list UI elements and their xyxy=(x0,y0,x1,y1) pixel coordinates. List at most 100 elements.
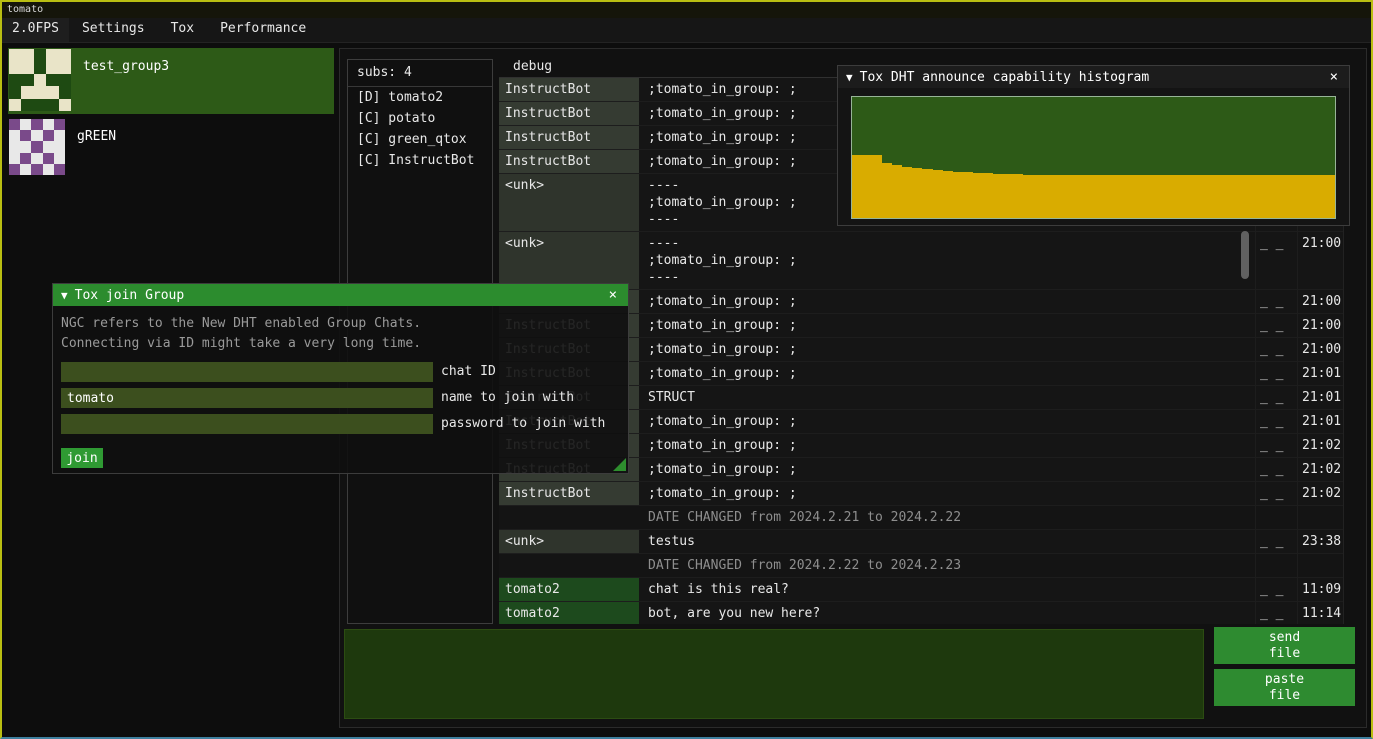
message-text: testus xyxy=(639,530,1255,553)
contact-list: test_group3gREEN xyxy=(8,48,334,188)
join-group-titlebar[interactable]: ▼ Tox join Group × xyxy=(53,284,628,306)
message-flags: _ _ xyxy=(1255,458,1297,481)
join-group-title: Tox join Group xyxy=(75,288,606,303)
send-file-button[interactable]: send file xyxy=(1214,627,1355,664)
join-input-chat-ID[interactable] xyxy=(61,362,433,382)
join-desc-line1: NGC refers to the New DHT enabled Group … xyxy=(61,314,620,334)
histogram-bar xyxy=(1325,175,1335,218)
histogram-bar xyxy=(983,173,993,218)
menu-item-performance[interactable]: Performance xyxy=(207,18,319,42)
histogram-bar xyxy=(1043,175,1053,218)
histogram-bar xyxy=(922,169,932,218)
message-time: 21:02 xyxy=(1297,458,1344,481)
message-input[interactable] xyxy=(344,629,1204,719)
message-flags: _ _ xyxy=(1255,578,1297,601)
histogram-bar xyxy=(892,165,902,218)
histogram-bar xyxy=(1194,175,1204,218)
message-text: ;tomato_in_group: ; xyxy=(639,314,1255,337)
contact-item-test_group3[interactable]: test_group3 xyxy=(8,48,334,114)
message-time: 11:14 xyxy=(1297,602,1344,624)
histogram-bar xyxy=(963,172,973,218)
collapse-arrow-icon[interactable]: ▼ xyxy=(61,289,68,302)
message-time xyxy=(1297,506,1344,529)
histogram-bar xyxy=(1164,175,1174,218)
chat-scrollbar[interactable] xyxy=(1241,231,1249,279)
chat-message-row: <unk>---- ;tomato_in_group: ; ----_ _21:… xyxy=(499,232,1343,290)
close-icon[interactable]: × xyxy=(1327,69,1341,85)
sender-name: InstructBot xyxy=(499,78,639,101)
message-text: DATE CHANGED from 2024.2.22 to 2024.2.23 xyxy=(639,554,1255,577)
histogram-titlebar[interactable]: ▼ Tox DHT announce capability histogram … xyxy=(838,66,1349,88)
histogram-bar xyxy=(1154,175,1164,218)
histogram-bar xyxy=(1255,175,1265,218)
sender-name: <unk> xyxy=(499,174,639,231)
avatar xyxy=(9,49,71,111)
histogram-window: ▼ Tox DHT announce capability histogram … xyxy=(837,65,1350,226)
window-titlebar[interactable]: tomato xyxy=(2,2,1371,18)
message-time: 21:00 xyxy=(1297,290,1344,313)
histogram-bar xyxy=(953,172,963,218)
histogram-bar xyxy=(1184,175,1194,218)
join-field-row: password to join with xyxy=(61,414,620,440)
message-text: ;tomato_in_group: ; xyxy=(639,410,1255,433)
contact-item-gREEN[interactable]: gREEN xyxy=(8,118,334,184)
histogram-bar xyxy=(1174,175,1184,218)
histogram-bar xyxy=(1144,175,1154,218)
close-icon[interactable]: × xyxy=(606,287,620,303)
sender-name: InstructBot xyxy=(499,482,639,505)
histogram-bar xyxy=(852,155,862,218)
join-button[interactable]: join xyxy=(61,448,103,468)
message-time: 21:02 xyxy=(1297,482,1344,505)
tab-debug[interactable]: debug xyxy=(507,59,558,74)
join-input-name-to-join-with[interactable] xyxy=(61,388,433,408)
sender-name: InstructBot xyxy=(499,102,639,125)
message-time: 21:00 xyxy=(1297,232,1344,289)
chat-message-row: InstructBot;tomato_in_group: ;_ _21:02 xyxy=(499,482,1343,506)
sender-name: tomato2 xyxy=(499,578,639,601)
member-list: [D] tomato2[C] potato[C] green_qtox[C] I… xyxy=(348,87,492,171)
message-text: ;tomato_in_group: ; xyxy=(639,434,1255,457)
join-field-row: chat ID xyxy=(61,362,620,388)
histogram-bar xyxy=(1204,175,1214,218)
app-window: tomato 2.0FPS SettingsToxPerformance tes… xyxy=(0,0,1373,739)
menu-item-settings[interactable]: Settings xyxy=(69,18,158,42)
histogram-bar xyxy=(1073,175,1083,218)
member-item[interactable]: [D] tomato2 xyxy=(348,87,492,108)
join-field-label: chat ID xyxy=(441,362,496,382)
join-field-label: password to join with xyxy=(441,414,605,434)
menu-item-tox[interactable]: Tox xyxy=(158,18,207,42)
message-text: bot, are you new here? xyxy=(639,602,1255,624)
chat-message-row: tomato2chat is this real?_ _11:09 xyxy=(499,578,1343,602)
histogram-bar xyxy=(1104,175,1114,218)
message-flags: _ _ xyxy=(1255,362,1297,385)
message-text: ;tomato_in_group: ; xyxy=(639,458,1255,481)
histogram-bar xyxy=(1285,175,1295,218)
member-item[interactable]: [C] InstructBot xyxy=(348,150,492,171)
histogram-bar xyxy=(943,171,953,218)
histogram-bar xyxy=(1013,174,1023,218)
histogram-bar xyxy=(993,174,1003,218)
histogram-bar xyxy=(1275,175,1285,218)
join-input-password-to-join-with[interactable] xyxy=(61,414,433,434)
sender-name: <unk> xyxy=(499,530,639,553)
histogram-bar xyxy=(1003,174,1013,218)
chat-message-row: <unk>testus_ _23:38 xyxy=(499,530,1343,554)
member-item[interactable]: [C] potato xyxy=(348,108,492,129)
paste-file-button[interactable]: paste file xyxy=(1214,669,1355,706)
histogram-bar xyxy=(1033,175,1043,218)
join-desc-line2: Connecting via ID might take a very long… xyxy=(61,334,620,354)
collapse-arrow-icon[interactable]: ▼ xyxy=(846,71,853,84)
histogram-bar xyxy=(1094,175,1104,218)
message-flags: _ _ xyxy=(1255,434,1297,457)
member-item[interactable]: [C] green_qtox xyxy=(348,129,492,150)
histogram-bar xyxy=(1023,175,1033,218)
message-flags xyxy=(1255,506,1297,529)
histogram-bar xyxy=(1244,175,1254,218)
histogram-bar xyxy=(1214,175,1224,218)
sender-name: InstructBot xyxy=(499,126,639,149)
contact-name: test_group3 xyxy=(71,49,169,113)
chat-message-row: tomato2bot, are you new here?_ _11:14 xyxy=(499,602,1343,624)
histogram-bar xyxy=(862,155,872,218)
message-flags: _ _ xyxy=(1255,386,1297,409)
resize-grip[interactable] xyxy=(613,458,626,471)
